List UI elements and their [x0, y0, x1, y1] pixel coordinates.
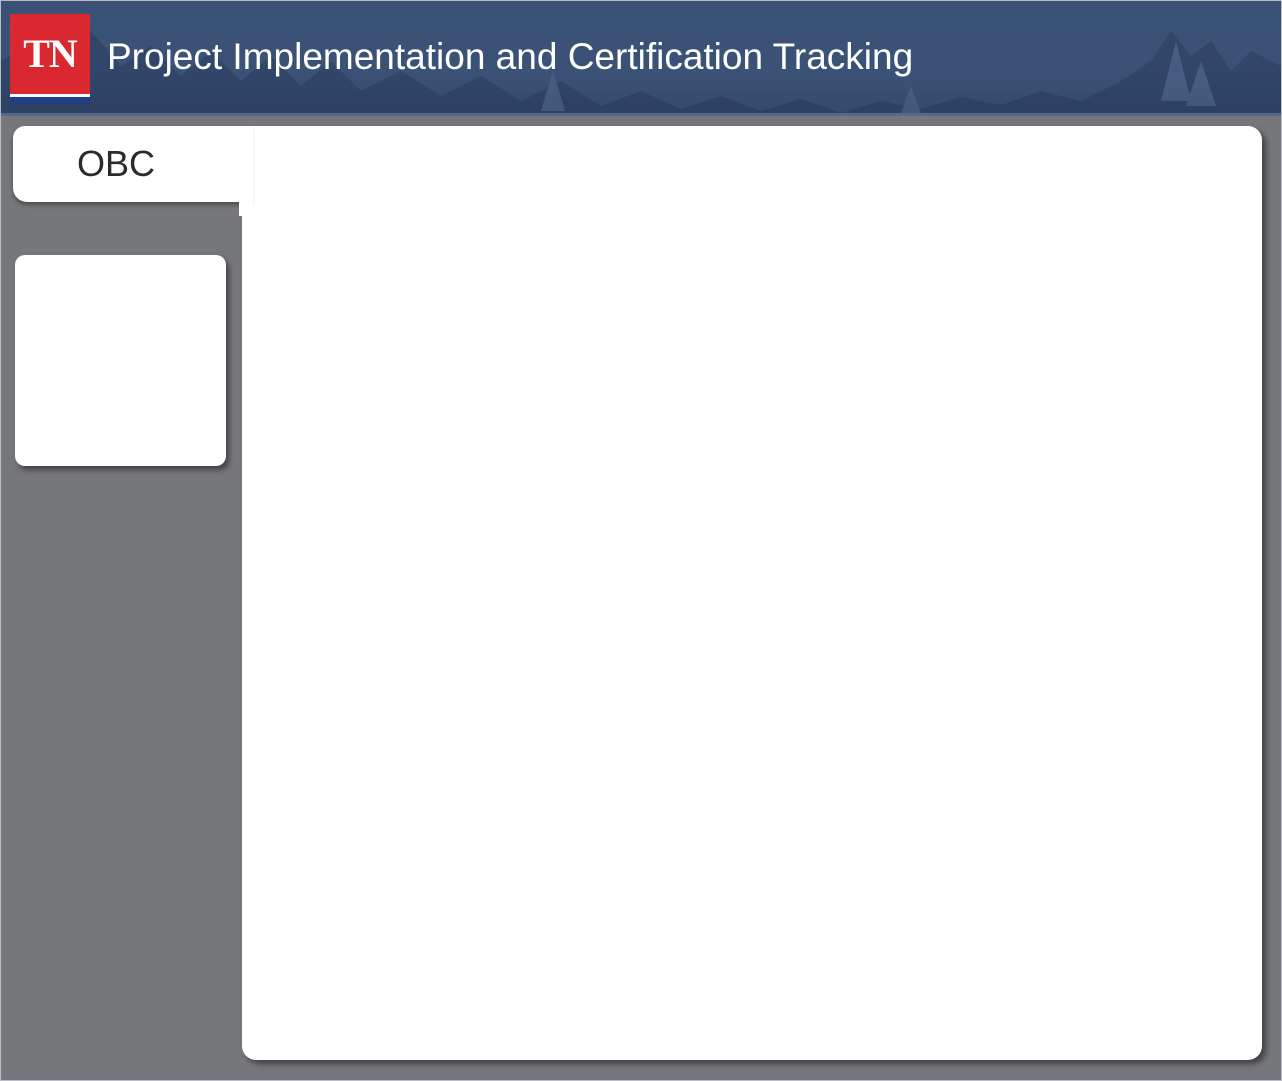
tn-logo-text: TN: [23, 31, 78, 76]
app-title: Project Implementation and Certification…: [107, 36, 914, 77]
logo-stripe-blue: [10, 97, 90, 103]
tab-panel-joint: [239, 126, 253, 216]
app-header: TN Project Implementation and Certificat…: [1, 1, 1281, 116]
app-window: TN Project Implementation and Certificat…: [0, 0, 1282, 1081]
tab-obc[interactable]: OBC: [13, 126, 251, 202]
header-divider: [1, 113, 1281, 116]
tn-logo: TN: [10, 14, 90, 103]
sidebar-card[interactable]: [15, 255, 226, 466]
main-content-panel: [242, 126, 1262, 1060]
tab-obc-label: OBC: [77, 143, 156, 184]
